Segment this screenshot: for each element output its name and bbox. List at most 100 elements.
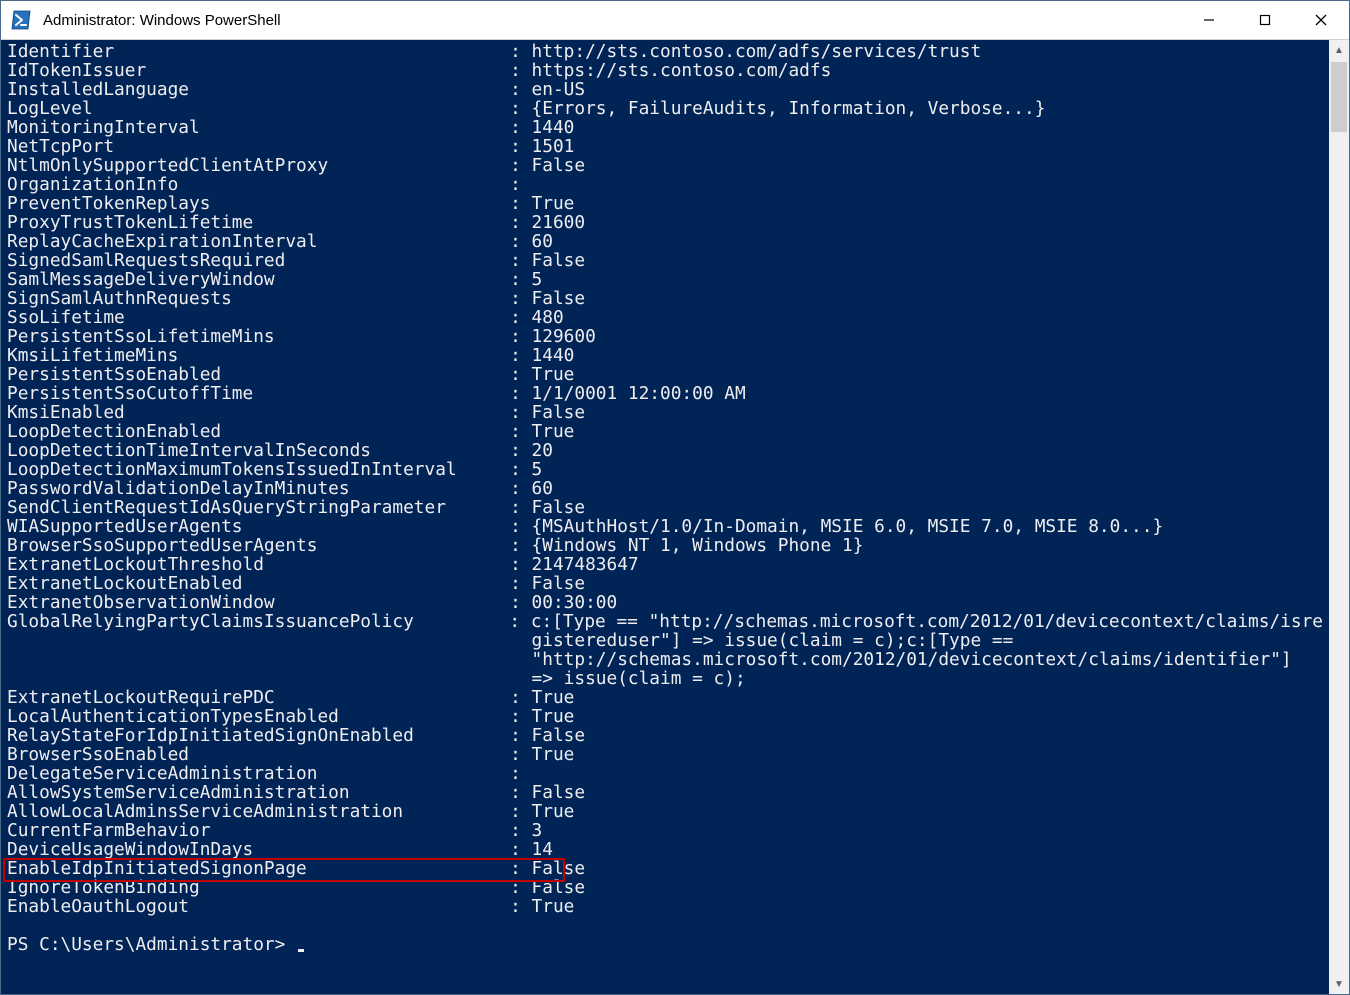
output-row: PasswordValidationDelayInMinutes: 60: [7, 479, 1323, 498]
property-key: DelegateServiceAdministration: [7, 764, 510, 783]
output-row: BrowserSsoSupportedUserAgents: {Windows …: [7, 536, 1323, 555]
output-row: Identifier: http://sts.contoso.com/adfs/…: [7, 42, 1323, 61]
output-row-continuation: => issue(claim = c);: [7, 669, 1323, 688]
close-button[interactable]: [1293, 1, 1349, 39]
separator: :: [510, 593, 531, 612]
separator: :: [510, 327, 531, 346]
maximize-button[interactable]: [1237, 1, 1293, 39]
property-value: {Errors, FailureAudits, Information, Ver…: [532, 99, 1046, 118]
output-row: BrowserSsoEnabled: True: [7, 745, 1323, 764]
output-row: LoopDetectionTimeIntervalInSeconds: 20: [7, 441, 1323, 460]
console-output[interactable]: Identifier: http://sts.contoso.com/adfs/…: [1, 40, 1329, 994]
minimize-button[interactable]: [1181, 1, 1237, 39]
separator: :: [510, 384, 531, 403]
separator: :: [510, 840, 531, 859]
property-value-continuation: "http://schemas.microsoft.com/2012/01/de…: [7, 650, 1292, 669]
separator: :: [510, 365, 531, 384]
property-key: SsoLifetime: [7, 308, 510, 327]
property-key: IgnoreTokenBinding: [7, 878, 510, 897]
output-row: SamlMessageDeliveryWindow: 5: [7, 270, 1323, 289]
output-row: GlobalRelyingPartyClaimsIssuancePolicy: …: [7, 612, 1323, 631]
separator: :: [510, 821, 531, 840]
property-value: False: [532, 289, 586, 308]
separator: :: [510, 308, 531, 327]
separator: :: [510, 346, 531, 365]
property-key: LoopDetectionMaximumTokensIssuedInInterv…: [7, 460, 510, 479]
property-key: LoopDetectionEnabled: [7, 422, 510, 441]
output-row: ExtranetObservationWindow: 00:30:00: [7, 593, 1323, 612]
output-row: AllowSystemServiceAdministration: False: [7, 783, 1323, 802]
property-value: 20: [532, 441, 553, 460]
property-value: en-US: [532, 80, 586, 99]
output-row: KmsiLifetimeMins: 1440: [7, 346, 1323, 365]
separator: :: [510, 422, 531, 441]
property-value: False: [532, 859, 586, 878]
separator: :: [510, 61, 531, 80]
scroll-thumb[interactable]: [1331, 62, 1347, 132]
separator: :: [510, 555, 531, 574]
vertical-scrollbar[interactable]: ▲ ▼: [1329, 40, 1349, 994]
separator: :: [510, 460, 531, 479]
property-value: 60: [532, 479, 553, 498]
scroll-up-arrow[interactable]: ▲: [1329, 40, 1349, 60]
window-title: Administrator: Windows PowerShell: [43, 12, 1181, 29]
client-area: Identifier: http://sts.contoso.com/adfs/…: [1, 40, 1349, 994]
property-key: ExtranetLockoutEnabled: [7, 574, 510, 593]
output-row: ProxyTrustTokenLifetime: 21600: [7, 213, 1323, 232]
property-key: Identifier: [7, 42, 510, 61]
separator: :: [510, 289, 531, 308]
property-key: PersistentSsoEnabled: [7, 365, 510, 384]
output-row: IdTokenIssuer: https://sts.contoso.com/a…: [7, 61, 1323, 80]
output-row: SendClientRequestIdAsQueryStringParamete…: [7, 498, 1323, 517]
output-row: InstalledLanguage: en-US: [7, 80, 1323, 99]
cursor: [298, 935, 304, 952]
property-value: 2147483647: [532, 555, 639, 574]
separator: :: [510, 802, 531, 821]
separator: :: [510, 859, 531, 878]
property-value: False: [532, 156, 586, 175]
property-value: c:[Type == "http://schemas.microsoft.com…: [531, 612, 1323, 631]
output-row: WIASupportedUserAgents: {MSAuthHost/1.0/…: [7, 517, 1323, 536]
property-value: {Windows NT 1, Windows Phone 1}: [532, 536, 864, 555]
separator: :: [510, 137, 531, 156]
output-row: EnableOauthLogout: True: [7, 897, 1323, 916]
output-row: SsoLifetime: 480: [7, 308, 1323, 327]
property-value: True: [532, 897, 575, 916]
property-value: False: [532, 403, 586, 422]
prompt-row[interactable]: PS C:\Users\Administrator>: [7, 935, 1323, 954]
property-value: {MSAuthHost/1.0/In-Domain, MSIE 6.0, MSI…: [532, 517, 1164, 536]
output-row: OrganizationInfo:: [7, 175, 1323, 194]
separator: :: [510, 517, 531, 536]
property-value: http://sts.contoso.com/adfs/services/tru…: [532, 42, 982, 61]
property-value: True: [532, 365, 575, 384]
separator: :: [510, 270, 531, 289]
property-key: EnableIdpInitiatedSignonPage: [7, 859, 510, 878]
property-value: False: [532, 726, 586, 745]
property-value: 21600: [532, 213, 586, 232]
property-key: SamlMessageDeliveryWindow: [7, 270, 510, 289]
property-value: True: [532, 688, 575, 707]
property-key: AllowSystemServiceAdministration: [7, 783, 510, 802]
separator: :: [510, 764, 531, 783]
separator: :: [510, 175, 531, 194]
scroll-down-arrow[interactable]: ▼: [1329, 974, 1349, 994]
output-row: SignedSamlRequestsRequired: False: [7, 251, 1323, 270]
output-row: DeviceUsageWindowInDays: 14: [7, 840, 1323, 859]
property-value: 1/1/0001 12:00:00 AM: [532, 384, 746, 403]
output-row: NetTcpPort: 1501: [7, 137, 1323, 156]
property-key: GlobalRelyingPartyClaimsIssuancePolicy: [7, 612, 509, 631]
property-key: WIASupportedUserAgents: [7, 517, 510, 536]
property-key: BrowserSsoSupportedUserAgents: [7, 536, 510, 555]
property-key: SignedSamlRequestsRequired: [7, 251, 510, 270]
titlebar[interactable]: Administrator: Windows PowerShell: [1, 1, 1349, 40]
separator: :: [510, 498, 531, 517]
property-value: True: [532, 194, 575, 213]
property-key: ExtranetLockoutThreshold: [7, 555, 510, 574]
output-row-continuation: "http://schemas.microsoft.com/2012/01/de…: [7, 650, 1323, 669]
property-key: KmsiEnabled: [7, 403, 510, 422]
property-value: 00:30:00: [532, 593, 618, 612]
separator: :: [510, 251, 531, 270]
separator: :: [510, 688, 531, 707]
output-row: ExtranetLockoutRequirePDC: True: [7, 688, 1323, 707]
property-key: IdTokenIssuer: [7, 61, 510, 80]
